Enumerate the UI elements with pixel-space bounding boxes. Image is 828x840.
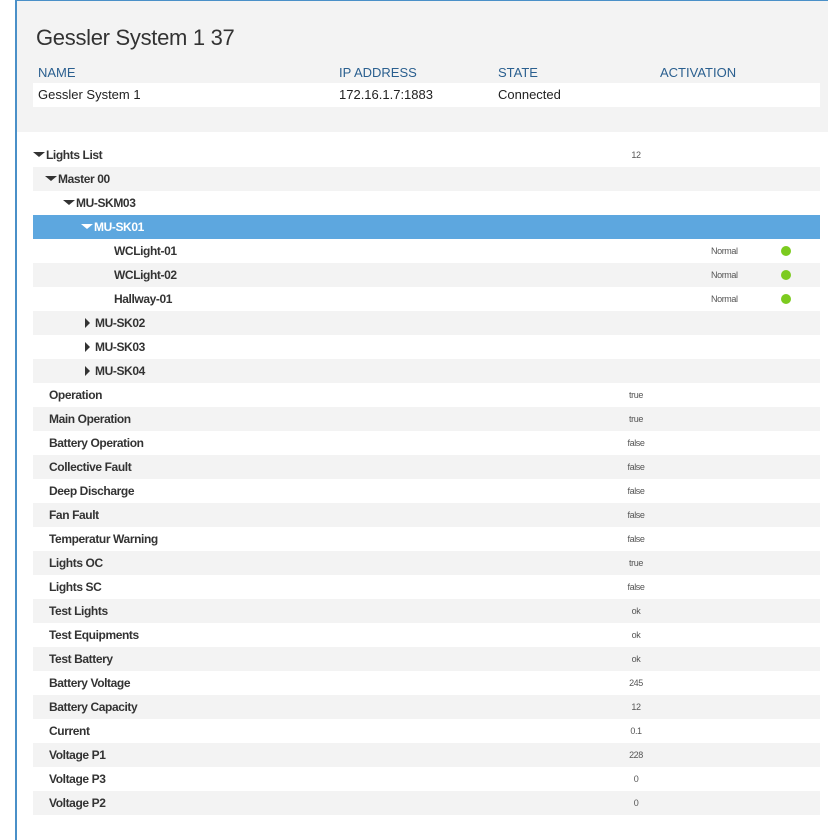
property-label: Battery Voltage bbox=[49, 676, 131, 690]
property-value: ok bbox=[631, 606, 641, 616]
light-status: Normal bbox=[711, 246, 738, 256]
system-name: Gessler System 1 bbox=[38, 87, 141, 102]
property-label: Main Operation bbox=[49, 412, 131, 426]
tree-node-master[interactable]: Master 00 bbox=[33, 167, 820, 191]
property-label: Temperatur Warning bbox=[49, 532, 158, 546]
tree-node-label: Master 00 bbox=[58, 172, 110, 186]
expanded-triangle-icon[interactable] bbox=[63, 200, 75, 206]
expanded-triangle-icon[interactable] bbox=[45, 176, 57, 182]
property-label: Lights OC bbox=[49, 556, 103, 570]
collapsed-triangle-icon[interactable] bbox=[85, 341, 90, 352]
tree-node-label: MU-SKM03 bbox=[76, 196, 136, 210]
property-row: Lights SC false bbox=[33, 575, 820, 599]
property-label: Fan Fault bbox=[49, 508, 99, 522]
property-value: 0 bbox=[633, 774, 639, 784]
property-label: Test Battery bbox=[49, 652, 113, 666]
property-value: false bbox=[627, 462, 645, 472]
property-row: Collective Fault false bbox=[33, 455, 820, 479]
property-row: Deep Discharge false bbox=[33, 479, 820, 503]
property-value: 0 bbox=[633, 798, 639, 808]
tree-node-sk01[interactable]: MU-SK01 bbox=[33, 215, 820, 239]
property-value: 0.1 bbox=[630, 726, 642, 736]
property-value: false bbox=[627, 486, 645, 496]
property-row: Lights OC true bbox=[33, 551, 820, 575]
tree-node-label: MU-SK03 bbox=[95, 340, 145, 354]
lights-tree: Lights List 12 Master 00 MU-SKM03 MU-SK0… bbox=[33, 143, 820, 815]
collapsed-triangle-icon[interactable] bbox=[85, 317, 90, 328]
light-row[interactable]: WCLight-02 Normal bbox=[33, 263, 820, 287]
expanded-triangle-icon[interactable] bbox=[33, 152, 45, 158]
column-header-activation: ACTIVATION bbox=[660, 65, 737, 80]
property-row: Test Equipments ok bbox=[33, 623, 820, 647]
property-row: Operation true bbox=[33, 383, 820, 407]
tree-node-label: MU-SK04 bbox=[95, 364, 145, 378]
tree-node-skm[interactable]: MU-SKM03 bbox=[33, 191, 820, 215]
tree-node-lights-list[interactable]: Lights List 12 bbox=[33, 143, 820, 167]
expanded-triangle-icon[interactable] bbox=[81, 224, 93, 230]
light-row[interactable]: WCLight-01 Normal bbox=[33, 239, 820, 263]
property-row: Voltage P1 228 bbox=[33, 743, 820, 767]
property-value: ok bbox=[631, 654, 641, 664]
property-value: 245 bbox=[629, 678, 643, 688]
property-row: Main Operation true bbox=[33, 407, 820, 431]
light-label: Hallway-01 bbox=[114, 292, 173, 306]
light-row[interactable]: Hallway-01 Normal bbox=[33, 287, 820, 311]
property-value: true bbox=[629, 414, 643, 424]
column-header-name: NAME bbox=[38, 65, 76, 80]
property-value: true bbox=[629, 558, 643, 568]
property-row: Battery Voltage 245 bbox=[33, 671, 820, 695]
page-title: Gessler System 1 37 bbox=[36, 25, 235, 50]
property-row: Voltage P3 0 bbox=[33, 767, 820, 791]
property-row: Fan Fault false bbox=[33, 503, 820, 527]
tree-node-sk02[interactable]: MU-SK02 bbox=[33, 311, 820, 335]
property-row: Current 0.1 bbox=[33, 719, 820, 743]
property-value: ok bbox=[631, 630, 641, 640]
light-label: WCLight-02 bbox=[114, 268, 177, 282]
property-row: Battery Operation false bbox=[33, 431, 820, 455]
status-dot-icon bbox=[781, 270, 791, 280]
property-label: Battery Capacity bbox=[49, 700, 138, 714]
property-label: Voltage P1 bbox=[49, 748, 106, 762]
lights-count: 12 bbox=[631, 150, 641, 160]
property-value: false bbox=[627, 534, 645, 544]
property-label: Lights SC bbox=[49, 580, 102, 594]
property-row: Voltage P2 0 bbox=[33, 791, 820, 815]
property-label: Battery Operation bbox=[49, 436, 144, 450]
system-state: Connected bbox=[498, 87, 561, 102]
tree-node-label: MU-SK02 bbox=[95, 316, 145, 330]
tree-node-sk03[interactable]: MU-SK03 bbox=[33, 335, 820, 359]
property-value: false bbox=[627, 438, 645, 448]
light-status: Normal bbox=[711, 270, 738, 280]
property-value: true bbox=[629, 390, 643, 400]
property-label: Voltage P3 bbox=[49, 772, 106, 786]
property-row: Battery Capacity 12 bbox=[33, 695, 820, 719]
light-status: Normal bbox=[711, 294, 738, 304]
status-dot-icon bbox=[781, 246, 791, 256]
property-label: Test Equipments bbox=[49, 628, 139, 642]
property-label: Operation bbox=[49, 388, 103, 402]
property-label: Deep Discharge bbox=[49, 484, 135, 498]
status-dot-icon bbox=[781, 294, 791, 304]
collapsed-triangle-icon[interactable] bbox=[85, 365, 90, 376]
property-label: Collective Fault bbox=[49, 460, 132, 474]
column-header-state: STATE bbox=[498, 65, 538, 80]
property-value: false bbox=[627, 510, 645, 520]
light-label: WCLight-01 bbox=[114, 244, 177, 258]
property-value: 228 bbox=[629, 750, 643, 760]
property-label: Voltage P2 bbox=[49, 796, 106, 810]
tree-node-label: MU-SK01 bbox=[94, 220, 144, 234]
property-row: Temperatur Warning false bbox=[33, 527, 820, 551]
property-label: Test Lights bbox=[49, 604, 108, 618]
tree-node-label: Lights List bbox=[46, 148, 103, 162]
column-header-ip-address: IP ADDRESS bbox=[339, 65, 417, 80]
property-label: Current bbox=[49, 724, 90, 738]
tree-node-sk04[interactable]: MU-SK04 bbox=[33, 359, 820, 383]
property-value: 12 bbox=[631, 702, 641, 712]
property-row: Test Battery ok bbox=[33, 647, 820, 671]
property-row: Test Lights ok bbox=[33, 599, 820, 623]
property-value: false bbox=[627, 582, 645, 592]
system-ip-address: 172.16.1.7:1883 bbox=[339, 87, 433, 102]
